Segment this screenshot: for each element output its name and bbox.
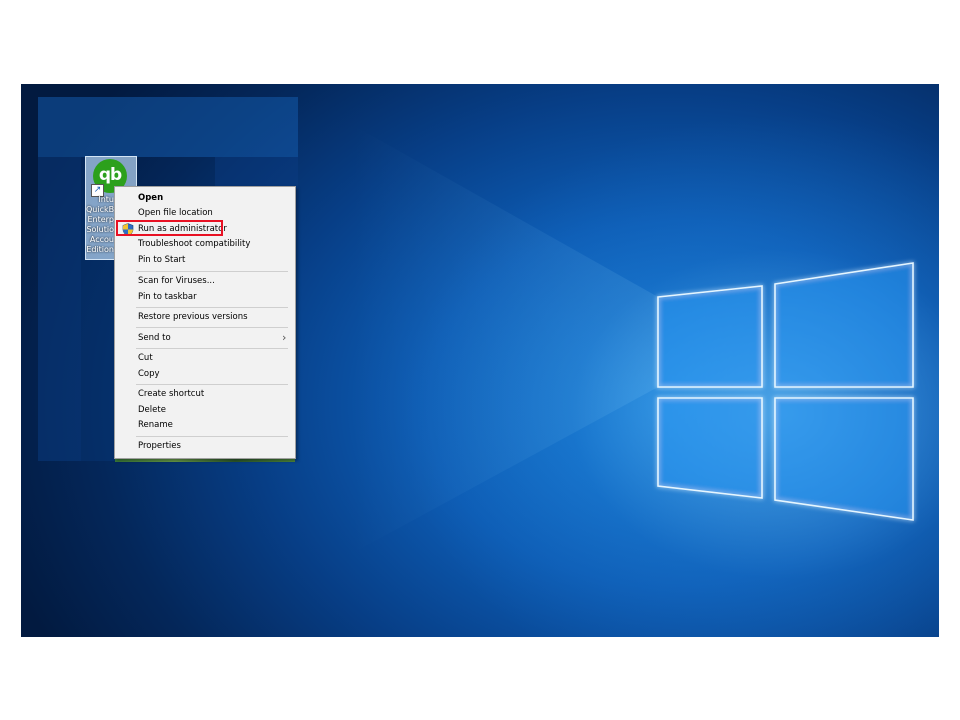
menu-item-pin-to-start[interactable]: Pin to Start: [115, 253, 295, 268]
menu-item-create-shortcut[interactable]: Create shortcut: [115, 387, 295, 402]
menu-item-delete[interactable]: Delete: [115, 403, 295, 418]
menu-item-send-to[interactable]: Send to ›: [115, 331, 295, 346]
menu-item-label: Copy: [138, 369, 160, 379]
windows-logo-pane-bl: [657, 397, 763, 499]
windows-logo-pane-br: [774, 397, 914, 521]
menu-item-label: Delete: [138, 405, 166, 415]
menu-separator: [136, 436, 288, 437]
menu-separator: [136, 384, 288, 385]
menu-separator: [136, 307, 288, 308]
menu-item-label: Scan for Viruses...: [138, 276, 215, 286]
menu-item-label: Pin to taskbar: [138, 292, 197, 302]
windows-logo-pane-tl: [657, 285, 763, 388]
menu-item-label: Send to: [138, 333, 171, 343]
menu-item-label: Cut: [138, 353, 153, 363]
menu-item-open-file-location[interactable]: Open file location: [115, 206, 295, 221]
menu-item-restore-previous-versions[interactable]: Restore previous versions: [115, 310, 295, 325]
menu-item-copy[interactable]: Copy: [115, 367, 295, 382]
menu-item-cut[interactable]: Cut: [115, 351, 295, 366]
menu-item-properties[interactable]: Properties: [115, 439, 295, 454]
menu-item-label: Create shortcut: [138, 389, 205, 399]
menu-item-label: Pin to Start: [138, 255, 186, 265]
chevron-right-icon: ›: [282, 331, 287, 344]
menu-separator: [136, 327, 288, 328]
run-as-administrator-highlight: [116, 220, 223, 236]
shortcut-label: Intu QuickB Enterp Solutio Accou Edition: [86, 195, 114, 254]
menu-separator: [136, 271, 288, 272]
menu-item-troubleshoot-compatibility[interactable]: Troubleshoot compatibility: [115, 237, 295, 252]
menu-separator: [136, 348, 288, 349]
menu-item-label: Restore previous versions: [138, 312, 248, 322]
menu-item-label: Open file location: [138, 208, 213, 218]
menu-item-scan-for-viruses[interactable]: Scan for Viruses...: [115, 274, 295, 289]
menu-item-label: Open: [138, 193, 164, 203]
menu-item-label: Properties: [138, 441, 181, 451]
menu-item-open[interactable]: Open: [115, 191, 295, 206]
menu-item-label: Rename: [138, 420, 173, 430]
menu-item-rename[interactable]: Rename: [115, 418, 295, 433]
menu-item-label: Troubleshoot compatibility: [138, 239, 251, 249]
windows-logo-pane-tr: [774, 262, 914, 388]
menu-item-pin-to-taskbar[interactable]: Pin to taskbar: [115, 290, 295, 305]
